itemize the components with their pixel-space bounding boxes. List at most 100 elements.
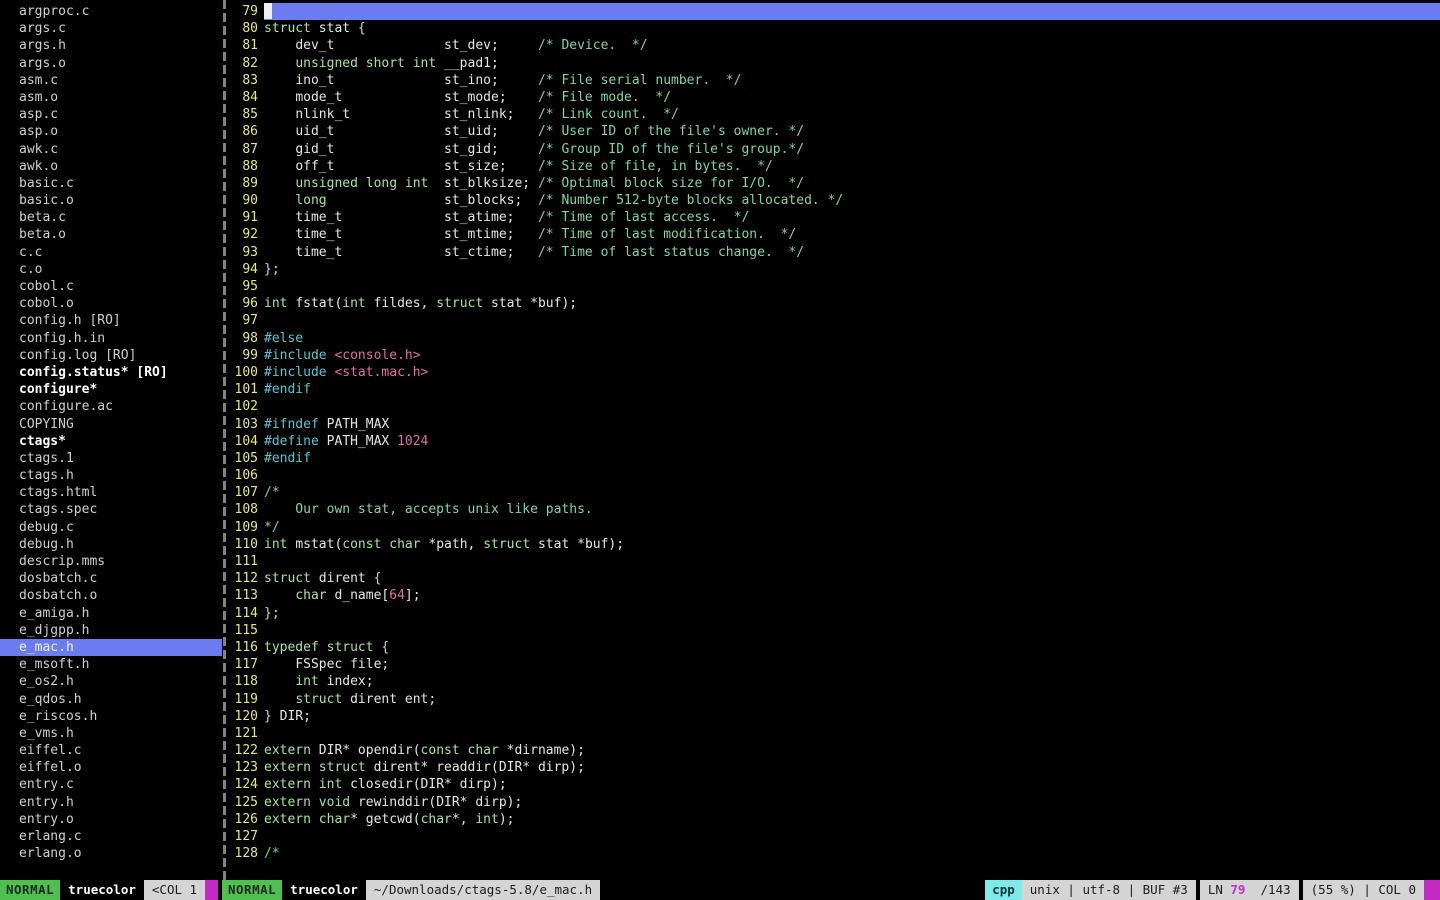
file-list-item[interactable]: erlang.o — [0, 845, 222, 862]
code-line[interactable]: 79 — [228, 3, 1440, 21]
code-line[interactable]: 84 mode_t st_mode; /* File mode. */ — [228, 89, 1440, 106]
file-list-item[interactable]: c.o — [0, 261, 222, 278]
file-list-item[interactable]: config.h.in — [0, 330, 222, 347]
file-list-item[interactable]: config.h [RO] — [0, 312, 222, 329]
code-line[interactable]: 115 — [228, 622, 1440, 639]
file-list-item[interactable]: beta.c — [0, 209, 222, 226]
file-list-item[interactable]: eiffel.o — [0, 759, 222, 776]
code-line[interactable]: 99 #include <console.h> — [228, 347, 1440, 364]
code-line[interactable]: 111 — [228, 553, 1440, 570]
scrollbar-track[interactable] — [223, 0, 226, 880]
file-list-item[interactable]: descrip.mms — [0, 553, 222, 570]
file-list[interactable]: argproc.c args.c args.h args.o asm.c asm.o asp… — [0, 3, 222, 862]
code-line[interactable]: 122 extern DIR* opendir(const char *dirna… — [228, 742, 1440, 759]
file-list-item[interactable]: asm.o — [0, 89, 222, 106]
code-line[interactable]: 120} DIR; — [228, 708, 1440, 725]
code-line[interactable]: 94}; — [228, 261, 1440, 278]
code-line[interactable]: 112 struct dirent { — [228, 570, 1440, 587]
file-list-item[interactable]: ctags.h — [0, 467, 222, 484]
file-list-item[interactable]: debug.h — [0, 536, 222, 553]
file-list-item[interactable]: entry.c — [0, 776, 222, 793]
file-list-item[interactable]: entry.o — [0, 811, 222, 828]
code-line[interactable]: 91 time_t st_atime; /* Time of last acce… — [228, 209, 1440, 226]
code-line[interactable]: 96 int fstat(int fildes, struct stat *buf… — [228, 295, 1440, 312]
file-list-item[interactable]: erlang.c — [0, 828, 222, 845]
code-line[interactable]: 103 #ifndef PATH_MAX — [228, 416, 1440, 433]
file-list-item[interactable]: dosbatch.c — [0, 570, 222, 587]
code-line[interactable]: 114}; — [228, 605, 1440, 622]
code-line[interactable]: 85 nlink_t st_nlink; /* Link count. */ — [228, 106, 1440, 123]
file-list-item[interactable]: config.status* [RO] — [0, 364, 222, 381]
code-line[interactable]: 98 #else — [228, 330, 1440, 347]
code-line[interactable]: 82 unsigned short int __pad1; — [228, 55, 1440, 72]
file-list-item[interactable]: e_djgpp.h — [0, 622, 222, 639]
code-line[interactable]: 128 /* — [228, 845, 1440, 862]
code-line[interactable]: 113 char d_name[64]; — [228, 587, 1440, 604]
code-line[interactable]: 126 extern char* getcwd(char*, int); — [228, 811, 1440, 828]
file-list-item[interactable]: debug.c — [0, 519, 222, 536]
file-list-item[interactable]: ctags* — [0, 433, 222, 450]
code-line[interactable]: 124 extern int closedir(DIR* dirp); — [228, 776, 1440, 793]
file-list-item[interactable]: argproc.c — [0, 3, 222, 20]
code-line[interactable]: 83 ino_t st_ino; /* File serial number. … — [228, 72, 1440, 89]
file-list-item[interactable]: ctags.spec — [0, 501, 222, 518]
code-line[interactable]: 116 typedef struct { — [228, 639, 1440, 656]
file-list-item[interactable]: e_amiga.h — [0, 605, 222, 622]
code-line[interactable]: 87 gid_t st_gid; /* Group ID of the file… — [228, 141, 1440, 158]
file-list-item[interactable]: dosbatch.o — [0, 587, 222, 604]
file-list-item[interactable]: c.c — [0, 244, 222, 261]
code-line[interactable]: 118 int index; — [228, 673, 1440, 690]
code-line[interactable]: 108 Our own stat, accepts unix like path… — [228, 501, 1440, 518]
code-line[interactable]: 101 #endif — [228, 381, 1440, 398]
file-list-item[interactable]: ctags.1 — [0, 450, 222, 467]
code-line[interactable]: 117 FSSpec file; — [228, 656, 1440, 673]
file-list-item[interactable]: asm.c — [0, 72, 222, 89]
code-line[interactable]: 107 /* — [228, 484, 1440, 501]
file-list-item[interactable]: awk.c — [0, 141, 222, 158]
code-line[interactable]: 86 uid_t st_uid; /* User ID of the file'… — [228, 123, 1440, 140]
code-editor-pane[interactable]: 79 80 struct stat {81 dev_t st_dev; /* Dev… — [228, 0, 1440, 880]
file-list-item[interactable]: args.o — [0, 55, 222, 72]
file-list-item[interactable]: asp.o — [0, 123, 222, 140]
file-list-item[interactable]: e_qdos.h — [0, 691, 222, 708]
code-line[interactable]: 123 extern struct dirent* readdir(DIR* di… — [228, 759, 1440, 776]
code-line[interactable]: 97 — [228, 312, 1440, 329]
file-list-item[interactable]: awk.o — [0, 158, 222, 175]
code-line[interactable]: 93 time_t st_ctime; /* Time of last stat… — [228, 244, 1440, 261]
file-list-item[interactable]: e_msoft.h — [0, 656, 222, 673]
file-list-item[interactable]: entry.h — [0, 794, 222, 811]
file-list-item[interactable]: ctags.html — [0, 484, 222, 501]
file-list-item[interactable]: e_riscos.h — [0, 708, 222, 725]
file-list-item[interactable]: args.h — [0, 37, 222, 54]
code-line[interactable]: 81 dev_t st_dev; /* Device. */ — [228, 37, 1440, 54]
file-list-item[interactable]: cobol.c — [0, 278, 222, 295]
code-line[interactable]: 106 — [228, 467, 1440, 484]
file-list-item[interactable]: configure.ac — [0, 398, 222, 415]
code-line[interactable]: 100 #include <stat.mac.h> — [228, 364, 1440, 381]
file-list-item[interactable]: basic.c — [0, 175, 222, 192]
code-line[interactable]: 104 #define PATH_MAX 1024 — [228, 433, 1440, 450]
file-list-item[interactable]: beta.o — [0, 226, 222, 243]
code-line[interactable]: 105 #endif — [228, 450, 1440, 467]
file-list-item[interactable]: COPYING — [0, 416, 222, 433]
code-line[interactable]: 90 long st_blocks; /* Number 512-byte bl… — [228, 192, 1440, 209]
file-list-item[interactable]: eiffel.c — [0, 742, 222, 759]
code-line[interactable]: 127 — [228, 828, 1440, 845]
code-line[interactable]: 92 time_t st_mtime; /* Time of last modi… — [228, 226, 1440, 243]
file-list-item[interactable]: args.c — [0, 20, 222, 37]
code-line[interactable]: 88 off_t st_size; /* Size of file, in by… — [228, 158, 1440, 175]
file-list-item[interactable]: basic.o — [0, 192, 222, 209]
file-list-item[interactable]: config.log [RO] — [0, 347, 222, 364]
code-line[interactable]: 102 — [228, 398, 1440, 415]
file-list-item[interactable]: e_os2.h — [0, 673, 222, 690]
file-list-item[interactable]: configure* — [0, 381, 222, 398]
file-list-item[interactable]: e_mac.h — [0, 638, 222, 657]
code-line[interactable]: 95 — [228, 278, 1440, 295]
file-explorer-pane[interactable]: argproc.c args.c args.h args.o asm.c asm.o asp… — [0, 0, 222, 880]
file-list-item[interactable]: asp.c — [0, 106, 222, 123]
file-list-item[interactable]: cobol.o — [0, 295, 222, 312]
file-list-item[interactable]: e_vms.h — [0, 725, 222, 742]
code-lines[interactable]: 79 80 struct stat {81 dev_t st_dev; /* Dev… — [228, 3, 1440, 862]
code-line[interactable]: 121 — [228, 725, 1440, 742]
code-line[interactable]: 80 struct stat { — [228, 20, 1440, 37]
